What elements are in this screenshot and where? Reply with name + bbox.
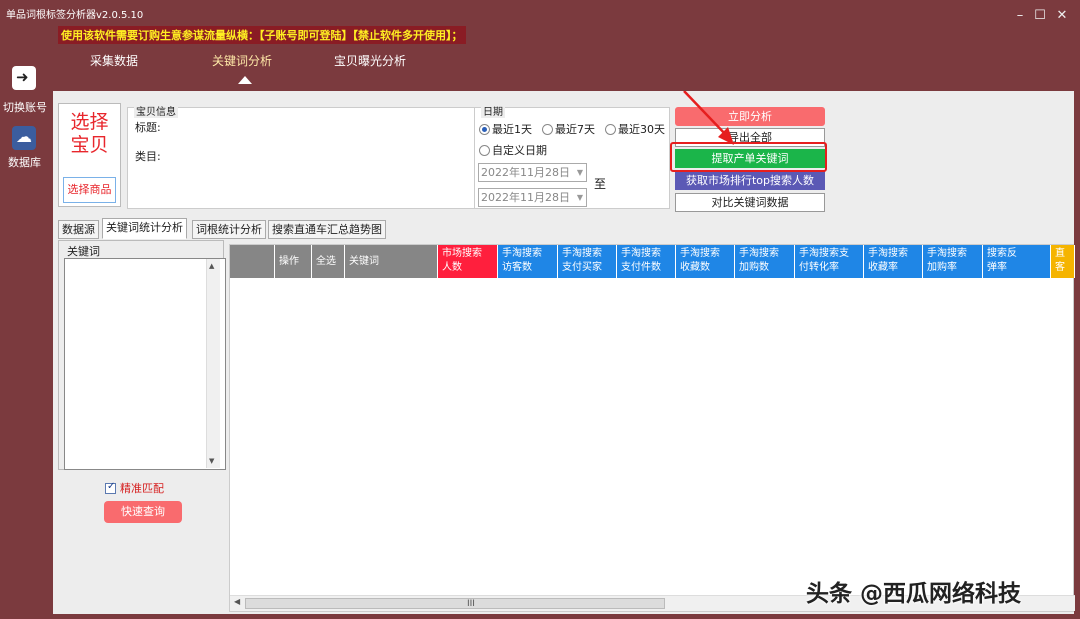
grid-header-search-favorites[interactable]: 手淘搜索 收藏数 (676, 245, 735, 278)
tab-keyword-stats[interactable]: 关键词统计分析 (102, 218, 187, 239)
radio-last-1-day[interactable]: 最近1天 (479, 121, 532, 137)
app-title: 单品词根标签分析器v2.0.5.10 (6, 10, 144, 21)
keyword-legend: 关键词 (65, 243, 102, 259)
keyword-input[interactable] (64, 258, 226, 470)
date-from-picker[interactable]: 2022年11月28日 ▼ (478, 163, 587, 182)
rail-switch-account-label[interactable]: 切换账号 (3, 99, 47, 115)
radio-icon (542, 124, 553, 135)
keyword-data-grid: 操作 全选 关键词 市场搜索 人数 手淘搜索 访客数 手淘搜索 支付买家 手淘搜… (229, 244, 1075, 612)
tab-root-stats[interactable]: 词根统计分析 (192, 220, 266, 239)
database-icon[interactable] (12, 126, 36, 150)
grid-header-search-carts[interactable]: 手淘搜索 加购数 (735, 245, 795, 278)
top-search-button[interactable]: 获取市场排行top搜索人数 (675, 171, 825, 190)
chevron-down-icon[interactable]: ▼ (577, 189, 583, 206)
grid-header-search-items-paid[interactable]: 手淘搜索 支付件数 (617, 245, 676, 278)
scrollbar-grip: III (467, 599, 475, 609)
scrollbar-thumb[interactable]: III (245, 598, 665, 609)
checkbox-checked-icon[interactable] (105, 481, 116, 494)
date-legend: 日期 (481, 103, 505, 118)
chevron-down-icon[interactable]: ▼ (577, 164, 583, 181)
grid-header-blank (230, 245, 275, 278)
grid-header-direct[interactable]: 直 客 (1051, 245, 1075, 278)
product-info-box (127, 107, 475, 209)
nav-tab-keyword-analysis[interactable]: 关键词分析 (212, 52, 272, 69)
close-icon[interactable]: ✕ (1054, 8, 1070, 24)
product-title-label: 标题: (135, 121, 161, 134)
keyword-scrollbar[interactable] (206, 259, 220, 468)
tab-data-source[interactable]: 数据源 (58, 220, 99, 239)
grid-header-action[interactable]: 操作 (275, 245, 312, 278)
select-product-title[interactable]: 选择 宝贝 (59, 111, 120, 157)
scroll-down-icon[interactable]: ▼ (209, 457, 214, 465)
radio-last-30-days[interactable]: 最近30天 (605, 121, 665, 137)
radio-last-7-days[interactable]: 最近7天 (542, 121, 595, 137)
radio-custom-date[interactable]: 自定义日期 (479, 142, 547, 158)
title-bar: 单品词根标签分析器v2.0.5.10 使用该软件需要订购生意参谋流量纵横：【子账… (0, 0, 1080, 90)
switch-account-icon[interactable] (12, 66, 36, 90)
select-product-box: 选择 宝贝 选择商品 (58, 103, 121, 207)
usage-notice: 使用该软件需要订购生意参谋流量纵横：【子账号即可登陆】【禁止软件多开使用】； (58, 26, 466, 44)
grid-header: 操作 全选 关键词 市场搜索 人数 手淘搜索 访客数 手淘搜索 支付买家 手淘搜… (230, 245, 1075, 278)
grid-header-search-favorite-rate[interactable]: 手淘搜索 收藏率 (864, 245, 923, 278)
product-category-label: 类目: (135, 150, 161, 163)
grid-header-select-all[interactable]: 全选 (312, 245, 345, 278)
scroll-up-icon[interactable]: ▲ (209, 262, 214, 270)
main-panel: 选择 宝贝 选择商品 宝贝信息 标题: 类目: 日期 最近1天 最近7天 最近3… (53, 91, 1075, 614)
active-tab-indicator-icon (238, 76, 252, 84)
compare-keywords-button[interactable]: 对比关键词数据 (675, 193, 825, 212)
rail-database-label[interactable]: 数据库 (8, 154, 41, 170)
watermark-text: 头条 @西瓜网络科技 (806, 581, 1022, 607)
annotation-arrow-icon (683, 91, 734, 145)
radio-icon (479, 145, 490, 156)
grid-header-market-search-users[interactable]: 市场搜索 人数 (438, 245, 498, 278)
date-to-label: 至 (594, 177, 607, 191)
scroll-left-icon[interactable]: ◀ (234, 597, 240, 606)
minimize-icon[interactable]: – (1012, 8, 1028, 24)
radio-selected-icon (479, 124, 490, 135)
product-info-legend: 宝贝信息 (134, 103, 178, 118)
quick-query-button[interactable]: 快速查询 (104, 501, 182, 523)
select-product-button[interactable]: 选择商品 (63, 177, 116, 203)
maximize-icon[interactable]: ☐ (1032, 8, 1048, 24)
grid-header-search-buyers[interactable]: 手淘搜索 支付买家 (558, 245, 617, 278)
grid-header-search-cart-rate[interactable]: 手淘搜索 加购率 (923, 245, 983, 278)
exact-match-checkbox[interactable]: 精准匹配 (105, 480, 164, 496)
grid-header-search-conversion[interactable]: 手淘搜索支 付转化率 (795, 245, 864, 278)
grid-header-keyword[interactable]: 关键词 (345, 245, 438, 278)
radio-icon (605, 124, 616, 135)
grid-header-search-visitors[interactable]: 手淘搜索 访客数 (498, 245, 558, 278)
tab-trend-chart[interactable]: 搜索直通车汇总趋势图 (268, 220, 386, 239)
nav-tab-exposure-analysis[interactable]: 宝贝曝光分析 (334, 52, 406, 69)
grid-header-bounce-rate[interactable]: 搜索反 弹率 (983, 245, 1051, 278)
nav-tab-collect-data[interactable]: 采集数据 (90, 52, 138, 69)
date-to-picker[interactable]: 2022年11月28日 ▼ (478, 188, 587, 207)
